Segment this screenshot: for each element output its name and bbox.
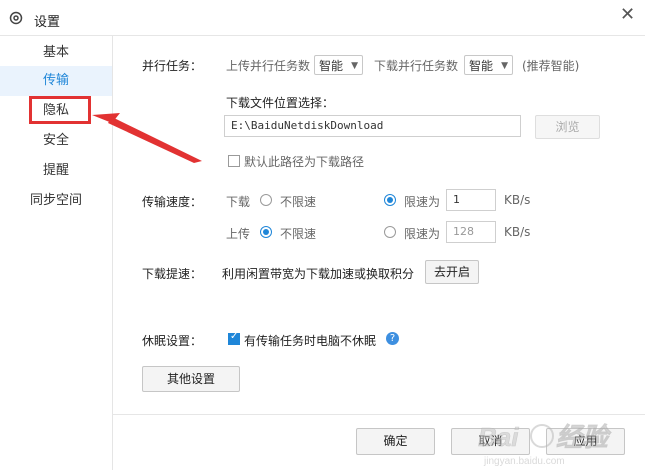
close-icon[interactable]: ✕ bbox=[620, 4, 635, 25]
download-parallel-value: 智能 bbox=[469, 59, 494, 73]
enable-boost-button[interactable]: 去开启 bbox=[425, 260, 479, 284]
highlight-box bbox=[29, 96, 91, 124]
download-path-input[interactable]: E:\BaiduNetdiskDownload bbox=[224, 115, 521, 137]
upload-unlimited-radio[interactable] bbox=[260, 226, 272, 238]
upload-limit-input[interactable]: 128 bbox=[446, 221, 496, 243]
svg-text:经验: 经验 bbox=[556, 422, 612, 452]
no-sleep-label: 有传输任务时电脑不休眠 bbox=[244, 334, 377, 348]
download-unlimited-label: 不限速 bbox=[280, 195, 317, 209]
upload-parallel-label: 上传并行任务数 bbox=[226, 59, 311, 73]
download-unlimited-radio[interactable] bbox=[260, 194, 272, 206]
chevron-down-icon: ▼ bbox=[351, 61, 358, 71]
ok-button[interactable]: 确定 bbox=[356, 428, 435, 455]
location-label: 下载文件位置选择： bbox=[226, 96, 335, 110]
sidebar-item-sync-space[interactable]: 同步空间 bbox=[0, 186, 112, 216]
boost-label: 下载提速： bbox=[142, 267, 203, 281]
gear-icon bbox=[9, 11, 23, 25]
download-speed-label: 下载 bbox=[226, 195, 251, 209]
title-bar bbox=[0, 0, 645, 35]
default-path-label: 默认此路径为下载路径 bbox=[244, 155, 365, 169]
upload-limit-label: 限速为 bbox=[404, 227, 441, 241]
red-arrow-icon bbox=[92, 113, 202, 163]
chevron-down-icon: ▼ bbox=[501, 61, 508, 71]
download-limit-radio[interactable] bbox=[384, 194, 396, 206]
svg-text:jingyan.baidu.com: jingyan.baidu.com bbox=[483, 456, 565, 467]
parallel-label: 并行任务： bbox=[142, 59, 203, 73]
other-settings-button[interactable]: 其他设置 bbox=[142, 366, 240, 392]
svg-text:Bai: Bai bbox=[478, 422, 519, 452]
upload-unit: KB/s bbox=[504, 225, 531, 239]
sidebar-item-transfer[interactable]: 传输 bbox=[0, 66, 112, 96]
upload-unlimited-label: 不限速 bbox=[280, 227, 317, 241]
no-sleep-checkbox[interactable] bbox=[228, 331, 240, 345]
window-title: 设置 bbox=[34, 15, 61, 30]
speed-label: 传输速度： bbox=[142, 195, 203, 209]
baidu-watermark-logo: Bai 经验 jingyan.baidu.com bbox=[478, 422, 613, 467]
download-parallel-label: 下载并行任务数 bbox=[374, 59, 459, 73]
sleep-label: 休眠设置： bbox=[142, 334, 203, 348]
download-limit-input[interactable]: 1 bbox=[446, 189, 496, 211]
upload-parallel-value: 智能 bbox=[319, 59, 344, 73]
sidebar-item-basic[interactable]: 基本 bbox=[0, 38, 112, 68]
help-icon[interactable]: ? bbox=[386, 332, 399, 345]
download-limit-label: 限速为 bbox=[404, 195, 441, 209]
default-path-checkbox[interactable] bbox=[228, 155, 240, 167]
recommend-hint: (推荐智能) bbox=[522, 59, 580, 73]
upload-parallel-select[interactable]: 智能 ▼ bbox=[314, 55, 363, 75]
boost-text: 利用闲置带宽为下载加速或换取积分 bbox=[222, 267, 415, 281]
upload-speed-label: 上传 bbox=[226, 227, 251, 241]
download-parallel-select[interactable]: 智能 ▼ bbox=[464, 55, 513, 75]
browse-button[interactable]: 浏览 bbox=[535, 115, 600, 139]
upload-limit-radio[interactable] bbox=[384, 226, 396, 238]
download-unit: KB/s bbox=[504, 193, 531, 207]
